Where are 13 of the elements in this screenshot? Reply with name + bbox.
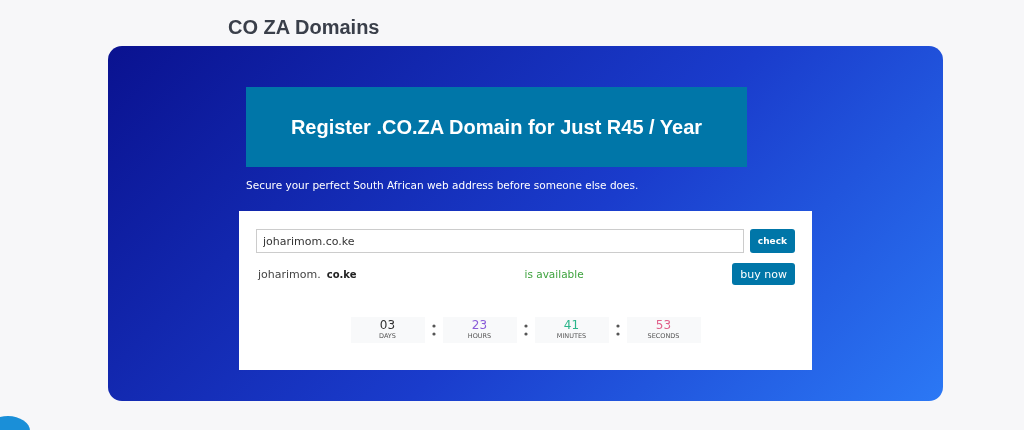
banner-title: Register .CO.ZA Domain for Just R45 / Year bbox=[290, 115, 703, 139]
domain-extension: co.ke bbox=[326, 268, 357, 280]
check-button[interactable]: check bbox=[749, 229, 795, 253]
banner-subtitle: Secure your perfect South African web address before someone else does. bbox=[246, 179, 640, 191]
countdown-value: 03 bbox=[379, 319, 396, 332]
countdown-value: 23 bbox=[471, 319, 488, 332]
countdown-value: 53 bbox=[655, 319, 672, 332]
countdown-value: 41 bbox=[563, 319, 580, 332]
availability-status: is available bbox=[524, 268, 585, 280]
page-title: CO ZA Domains bbox=[227, 15, 381, 40]
domain-name: joharimom. bbox=[258, 267, 321, 281]
domain-input[interactable]: joharimom.co.ke bbox=[256, 229, 744, 253]
buy-now-button[interactable]: buy now bbox=[732, 263, 795, 285]
